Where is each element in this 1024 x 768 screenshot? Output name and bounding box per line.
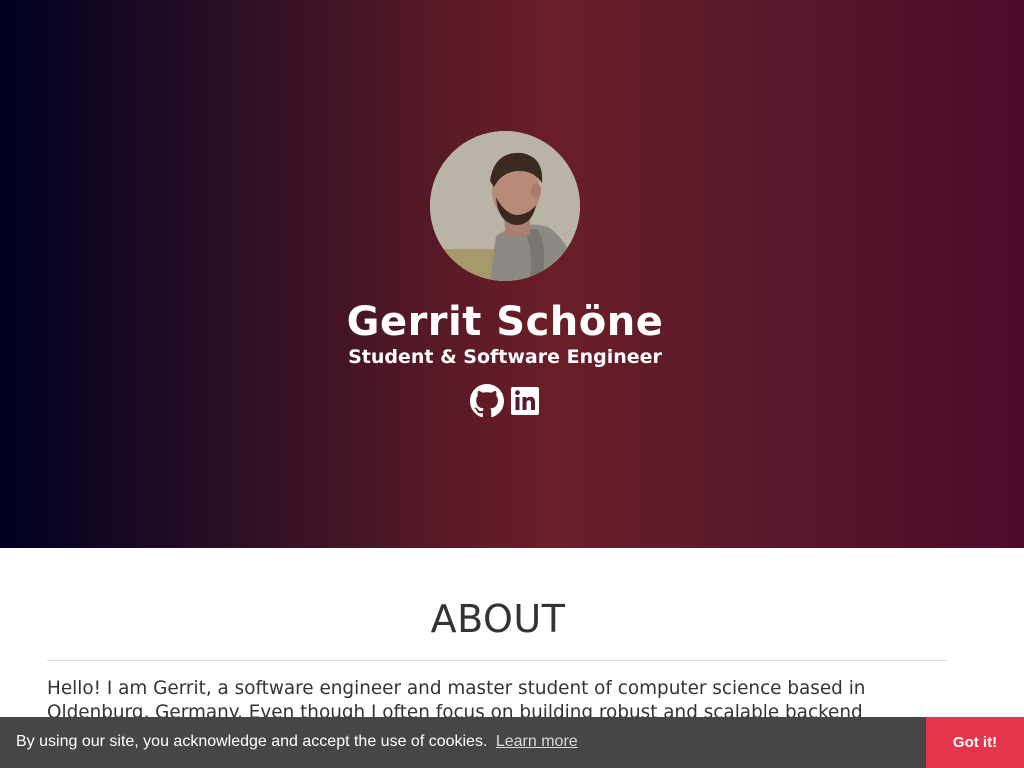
linkedin-icon bbox=[511, 387, 539, 415]
github-link[interactable] bbox=[470, 384, 504, 418]
profile-name: Gerrit Schöne bbox=[346, 299, 664, 345]
cookie-message-row: By using our site, you acknowledge and a… bbox=[16, 732, 578, 752]
avatar bbox=[430, 131, 580, 281]
section-divider bbox=[47, 660, 947, 661]
about-heading: ABOUT bbox=[430, 597, 566, 641]
cookie-message: By using our site, you acknowledge and a… bbox=[16, 733, 488, 750]
learn-more-link[interactable]: Learn more bbox=[496, 733, 578, 750]
social-links bbox=[470, 384, 542, 418]
github-icon bbox=[470, 384, 504, 418]
cookie-accept-button[interactable]: Got it! bbox=[926, 717, 1024, 768]
avatar-photo bbox=[430, 131, 580, 281]
cookie-banner: By using our site, you acknowledge and a… bbox=[0, 717, 1024, 768]
linkedin-link[interactable] bbox=[508, 384, 542, 418]
hero-header: Gerrit Schöne Student & Software Enginee… bbox=[0, 0, 1024, 548]
profile-subtitle: Student & Software Engineer bbox=[348, 346, 662, 368]
